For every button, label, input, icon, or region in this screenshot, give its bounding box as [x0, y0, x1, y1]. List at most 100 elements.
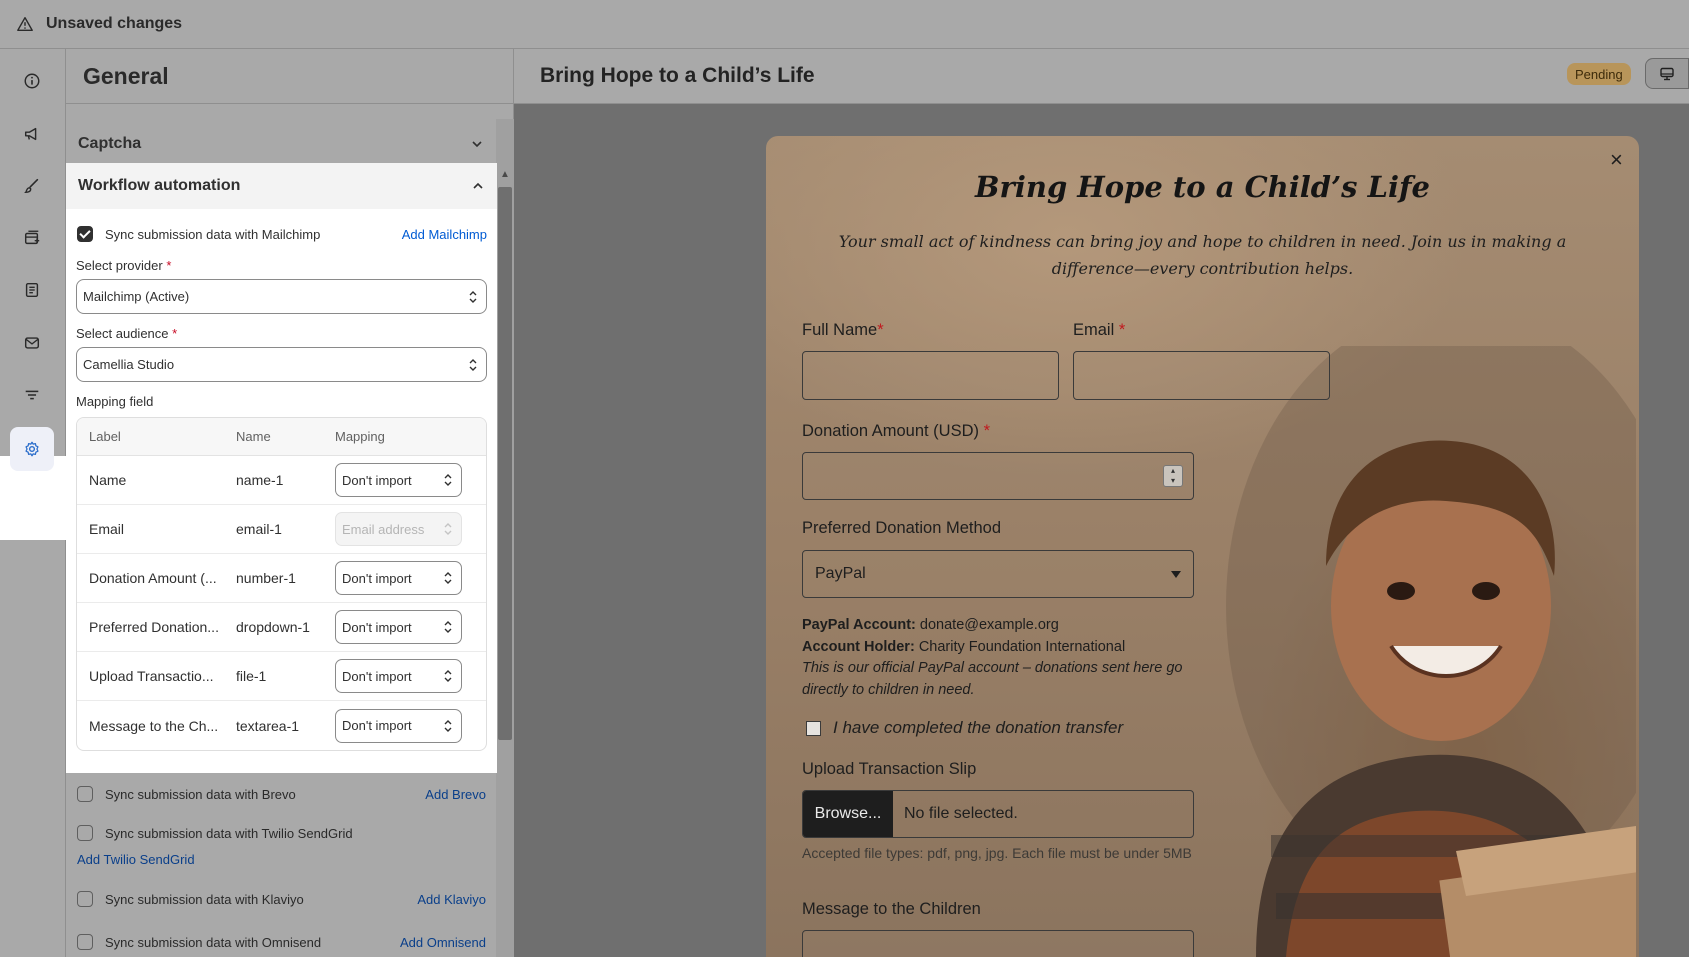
- account-holder-label: Account Holder:: [802, 638, 915, 655]
- paypal-note: This is our official PayPal account – do…: [802, 660, 1183, 698]
- mapping-row-name: dropdown-1: [236, 619, 310, 635]
- rail-forms[interactable]: [10, 216, 54, 260]
- form-subtitle: Your small act of kindness can bring joy…: [838, 232, 1567, 278]
- settings-icon: [25, 441, 39, 457]
- required-mark: *: [983, 422, 991, 440]
- method-dropdown[interactable]: PayPal: [802, 550, 1194, 598]
- paintbrush-icon: [24, 178, 39, 193]
- mapping-row-name: name-1: [236, 472, 284, 488]
- klaviyo-sync-checkbox[interactable]: [77, 891, 93, 907]
- mapping-row-label: Donation Amount (...: [89, 570, 217, 586]
- paypal-account-label: PayPal Account:: [802, 617, 916, 633]
- mapping-select-value: Email address: [342, 521, 425, 537]
- rail-settings[interactable]: [10, 427, 54, 471]
- form-popup: × Bring Hope to a Child’s Life Your smal…: [766, 136, 1639, 957]
- panel-scroll-thumb[interactable]: [498, 187, 512, 740]
- number-spinner-icon[interactable]: ▴ ▾: [1163, 465, 1183, 487]
- mailchimp-sync-checkbox[interactable]: [77, 226, 93, 242]
- mapping-row: Upload Transactio... file-1 Don't import: [77, 652, 486, 701]
- email-input[interactable]: [1073, 351, 1330, 400]
- mapping-select[interactable]: Don't import: [335, 561, 462, 595]
- rail-megaphone[interactable]: [10, 112, 54, 156]
- mapping-select[interactable]: Don't import: [335, 659, 462, 693]
- mapping-row: Preferred Donation... dropdown-1 Don't imp…: [77, 603, 486, 652]
- desktop-icon: [1660, 67, 1674, 80]
- provider-label: Select provider: [76, 258, 163, 273]
- info-icon: [24, 73, 40, 89]
- unsaved-changes-title: Unsaved changes: [46, 15, 183, 32]
- audience-select[interactable]: Camellia Studio: [76, 347, 487, 382]
- amount-input[interactable]: ▴ ▾: [802, 452, 1194, 500]
- chevron-down-icon: [472, 141, 482, 148]
- mapping-select-value: Don't import: [342, 718, 412, 733]
- mapping-row: Email email-1 Email address: [77, 505, 486, 554]
- omnisend-sync-checkbox[interactable]: [77, 934, 93, 950]
- mailchimp-sync-label: Sync submission data with Mailchimp: [105, 226, 321, 242]
- required-mark: *: [1118, 321, 1126, 339]
- preview-title: Bring Hope to a Child’s Life: [540, 64, 815, 87]
- sendgrid-sync-checkbox[interactable]: [77, 825, 93, 841]
- browse-button[interactable]: Browse...: [803, 791, 893, 837]
- desktop-view-button[interactable]: [1645, 58, 1689, 89]
- captcha-label: Captcha: [78, 135, 142, 152]
- mapping-select-value: Don't import: [342, 619, 412, 635]
- captcha-accordion[interactable]: Captcha: [66, 121, 496, 167]
- mapping-row-label: Message to the Ch...: [89, 717, 219, 734]
- mapping-row: Name name-1 Don't import: [77, 456, 486, 505]
- mapping-select-value: Don't import: [342, 472, 412, 488]
- brevo-sync-row: Sync submission data with Brevo Add Brev…: [66, 783, 496, 805]
- audience-value: Camellia Studio: [83, 357, 175, 372]
- workflow-accordion-header[interactable]: Workflow automation: [66, 163, 497, 209]
- form-add-icon: [24, 230, 40, 245]
- brevo-sync-label: Sync submission data with Brevo: [105, 786, 296, 802]
- select-arrows-icon: [444, 621, 452, 633]
- select-arrows-icon: [444, 474, 452, 486]
- add-klaviyo-link[interactable]: Add Klaviyo: [417, 892, 486, 907]
- mapping-select[interactable]: Don't import: [335, 610, 462, 644]
- amount-label: Donation Amount (USD): [802, 422, 979, 440]
- add-sendgrid-link[interactable]: Add Twilio SendGrid: [77, 852, 195, 867]
- mailchimp-sync-row: Sync submission data with Mailchimp Add …: [66, 222, 497, 246]
- mapping-table: Label Name Mapping Name name-1 Don't impor…: [76, 417, 487, 751]
- klaviyo-sync-row: Sync submission data with Klaviyo Add Kl…: [66, 888, 496, 910]
- status-badge: Pending: [1567, 63, 1631, 85]
- add-omnisend-link[interactable]: Add Omnisend: [400, 935, 486, 950]
- paypal-info: PayPal Account: donate@example.org Accou…: [802, 615, 1222, 701]
- workflow-title: Workflow automation: [78, 177, 241, 194]
- mapping-table-header: Label Name Mapping: [77, 418, 486, 456]
- scroll-up-arrow[interactable]: ▲: [498, 169, 512, 181]
- donation-confirm-checkbox[interactable]: [806, 720, 821, 736]
- mapping-select-value: Don't import: [342, 668, 412, 684]
- rail-info[interactable]: [10, 59, 54, 103]
- required-mark: *: [877, 321, 884, 339]
- paypal-account-value: donate@example.org: [919, 617, 1059, 633]
- mapping-row-label: Name: [89, 472, 127, 488]
- panel-title: General: [83, 62, 169, 89]
- col-label-header: Label: [89, 429, 121, 444]
- select-arrows-icon: [444, 523, 452, 535]
- file-upload-input[interactable]: Browse... No file selected.: [802, 790, 1194, 838]
- provider-select[interactable]: Mailchimp (Active): [76, 279, 487, 314]
- mapping-select[interactable]: Don't import: [335, 463, 462, 497]
- brevo-sync-checkbox[interactable]: [77, 786, 93, 802]
- rail-filter[interactable]: [10, 373, 54, 417]
- message-textarea[interactable]: [802, 930, 1194, 957]
- panel-header: General: [66, 49, 513, 104]
- add-brevo-link[interactable]: Add Brevo: [425, 787, 486, 802]
- rail-design[interactable]: [10, 164, 54, 208]
- megaphone-icon: [24, 127, 37, 141]
- preview-header: Bring Hope to a Child’s Life: [514, 49, 1689, 104]
- col-name-header: Name: [236, 429, 271, 444]
- mapping-row-name: number-1: [236, 570, 296, 586]
- dropdown-arrow-icon: [1171, 571, 1181, 578]
- klaviyo-sync-label: Sync submission data with Klaviyo: [105, 891, 304, 907]
- add-mailchimp-link[interactable]: Add Mailchimp: [402, 227, 487, 242]
- amount-field-label: Donation Amount (USD) *: [802, 422, 990, 441]
- rail-receipt[interactable]: [10, 268, 54, 312]
- mapping-select[interactable]: Don't import: [335, 708, 462, 743]
- donation-confirm-row: I have completed the donation transfer: [806, 718, 1123, 738]
- full-name-field-label: Full Name*: [802, 321, 884, 340]
- full-name-input[interactable]: [802, 351, 1059, 400]
- mapping-row-name: email-1: [236, 521, 282, 537]
- rail-mail[interactable]: [10, 321, 54, 365]
